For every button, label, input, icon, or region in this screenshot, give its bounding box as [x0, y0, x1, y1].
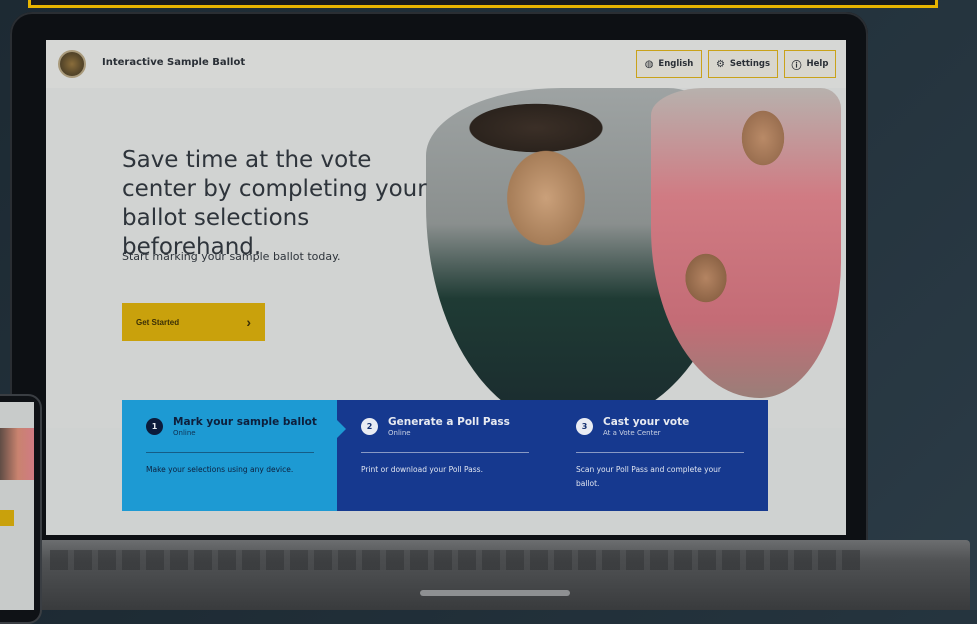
step-description: Make your selections using any device.: [146, 465, 294, 474]
county-seal-logo: [58, 50, 86, 78]
top-banner-bar: [28, 0, 938, 8]
settings-button[interactable]: ⚙ Settings: [708, 50, 778, 78]
settings-label: Settings: [729, 59, 771, 69]
step-number: 3: [576, 418, 593, 435]
globe-icon: ◍: [644, 58, 654, 70]
step-divider: [576, 452, 744, 453]
step-subtitle: Online: [388, 429, 411, 437]
hero-section: Save time at the vote center by completi…: [46, 88, 846, 428]
step-subtitle: Online: [173, 429, 196, 437]
steps-band: 1 Mark your sample ballot Online Make yo…: [122, 400, 768, 511]
hero-subline: Start marking your sample ballot today.: [122, 250, 341, 263]
laptop-frame: Interactive Sample Ballot ◍ English ⚙ Se…: [10, 12, 868, 552]
step-2[interactable]: 2 Generate a Poll Pass Online Print or d…: [337, 400, 552, 511]
step-subtitle: At a Vote Center: [603, 429, 661, 437]
step-divider: [146, 452, 314, 453]
step-title: Generate a Poll Pass: [388, 416, 510, 428]
step-description: Print or download your Poll Pass.: [361, 465, 483, 474]
trackpad: [420, 590, 570, 596]
step-3[interactable]: 3 Cast your vote At a Vote Center Scan y…: [552, 400, 767, 511]
get-started-label: Get Started: [136, 317, 180, 327]
chevron-right-icon: ›: [246, 314, 251, 330]
language-label: English: [658, 59, 694, 69]
step-1[interactable]: 1 Mark your sample ballot Online Make yo…: [122, 400, 346, 511]
laptop-screen: Interactive Sample Ballot ◍ English ⚙ Se…: [46, 40, 846, 535]
phone-photo: [0, 428, 34, 480]
app-header: Interactive Sample Ballot ◍ English ⚙ Se…: [46, 40, 846, 89]
get-started-button[interactable]: Get Started ›: [122, 303, 265, 341]
step-description: Scan your Poll Pass and complete your ba…: [576, 465, 722, 488]
help-label: Help: [806, 59, 829, 69]
help-button[interactable]: ⓘ Help: [784, 50, 836, 78]
step-number: 1: [146, 418, 163, 435]
keyboard-keys: [50, 550, 860, 570]
step-title: Cast your vote: [603, 416, 690, 428]
step-divider: [361, 452, 529, 453]
step-title: Mark your sample ballot: [173, 416, 317, 428]
help-icon: ⓘ: [791, 60, 802, 72]
app-title: Interactive Sample Ballot: [102, 57, 246, 68]
step-number: 2: [361, 418, 378, 435]
gear-icon: ⚙: [715, 58, 725, 70]
phone-cta-button: [0, 510, 14, 526]
hero-headline: Save time at the vote center by completi…: [122, 147, 427, 260]
language-button[interactable]: ◍ English: [636, 50, 702, 78]
